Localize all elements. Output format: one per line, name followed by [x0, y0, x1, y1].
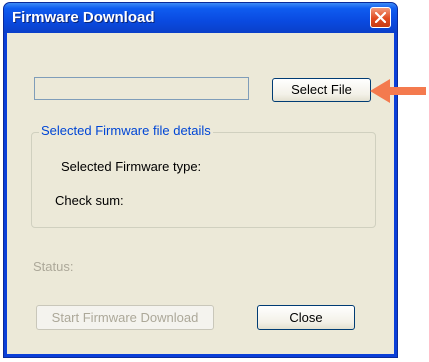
title-bar[interactable]: Firmware Download [4, 3, 397, 33]
start-firmware-download-button[interactable]: Start Firmware Download [36, 305, 214, 330]
firmware-details-group [31, 132, 376, 228]
dialog-title: Firmware Download [12, 9, 155, 26]
file-path-field[interactable] [34, 77, 249, 100]
arrow-pointer-icon [370, 79, 426, 103]
dialog-client-area: Select File Selected Firmware file detai… [7, 33, 394, 354]
close-button[interactable]: Close [257, 305, 355, 330]
firmware-download-dialog: Firmware Download Select File Selected F… [3, 2, 398, 358]
firmware-type-label: Selected Firmware type: [61, 159, 202, 174]
close-icon [375, 12, 386, 23]
close-window-button[interactable] [370, 7, 391, 28]
select-file-button[interactable]: Select File [272, 78, 371, 102]
status-label: Status: [33, 259, 74, 274]
firmware-details-group-label: Selected Firmware file details [39, 123, 213, 138]
checksum-label: Check sum: [55, 193, 124, 208]
